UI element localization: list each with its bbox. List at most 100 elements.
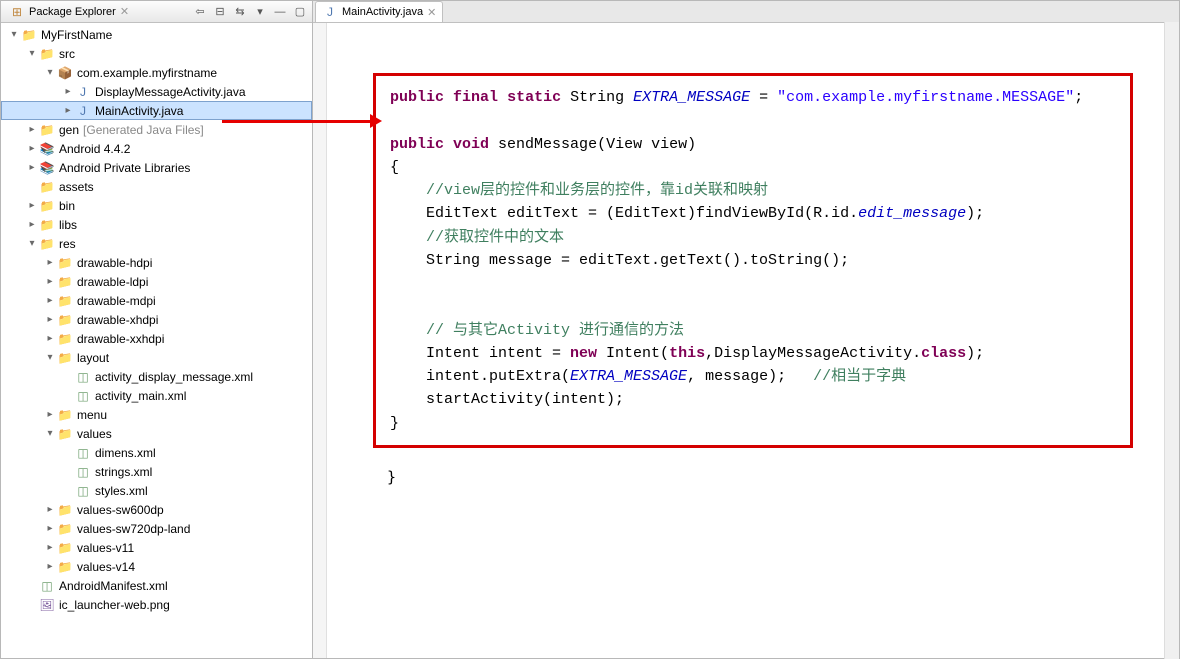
highlighted-code-block: public final static String EXTRA_MESSAGE…: [373, 73, 1133, 448]
twisty-icon[interactable]: ▸: [45, 523, 55, 534]
xml-icon: ◫: [75, 483, 91, 499]
tree-label: activity_display_message.xml: [93, 370, 253, 384]
twisty-icon[interactable]: ▾: [45, 352, 55, 363]
twisty-icon[interactable]: ▾: [27, 48, 37, 59]
minimize-icon[interactable]: —: [272, 4, 288, 20]
twisty-icon[interactable]: ▾: [27, 238, 37, 249]
tree-label: Android Private Libraries: [57, 161, 190, 175]
lib-icon: 📚: [39, 141, 55, 157]
package-tree[interactable]: ▾📁MyFirstName▾📁src▾📦com.example.myfirstn…: [1, 23, 312, 658]
twisty-icon[interactable]: ▸: [45, 561, 55, 572]
folder-icon: 📁: [57, 293, 73, 309]
twisty-icon[interactable]: ▸: [63, 105, 73, 116]
explorer-header: ⊞ Package Explorer ✕ ⇦ ⊟ ⇆ ▾ — ▢: [1, 1, 312, 23]
tree-label: src: [57, 47, 75, 61]
tree-item[interactable]: ▸📁libs: [1, 215, 312, 234]
twisty-icon[interactable]: ▸: [27, 143, 37, 154]
tree-label: libs: [57, 218, 77, 232]
tree-item[interactable]: ◫AndroidManifest.xml: [1, 576, 312, 595]
folder-icon: 📁: [57, 502, 73, 518]
tree-item[interactable]: ▾📦com.example.myfirstname: [1, 63, 312, 82]
tree-item[interactable]: ▸📁drawable-hdpi: [1, 253, 312, 272]
tree-item[interactable]: ▾📁MyFirstName: [1, 25, 312, 44]
twisty-icon[interactable]: ▸: [27, 219, 37, 230]
tree-item[interactable]: ▾📁values: [1, 424, 312, 443]
tree-label: drawable-xxhdpi: [75, 332, 164, 346]
xml-icon: ◫: [39, 578, 55, 594]
package-explorer-pane: ⊞ Package Explorer ✕ ⇦ ⊟ ⇆ ▾ — ▢ ▾📁MyFir…: [0, 0, 313, 659]
tree-label: AndroidManifest.xml: [57, 579, 168, 593]
collapse-all-icon[interactable]: ⊟: [212, 4, 228, 20]
close-view-icon[interactable]: ✕: [120, 5, 129, 18]
twisty-icon[interactable]: ▾: [45, 67, 55, 78]
tree-item[interactable]: ▾📁src: [1, 44, 312, 63]
tree-item[interactable]: ◫activity_display_message.xml: [1, 367, 312, 386]
twisty-icon[interactable]: ▸: [45, 295, 55, 306]
twisty-icon[interactable]: ▸: [45, 276, 55, 287]
twisty-icon[interactable]: ▸: [27, 200, 37, 211]
twisty-icon[interactable]: ▸: [45, 257, 55, 268]
view-menu-icon[interactable]: ▾: [252, 4, 268, 20]
tree-item[interactable]: ▸📁values-sw600dp: [1, 500, 312, 519]
twisty-icon[interactable]: ▸: [27, 124, 37, 135]
tree-item[interactable]: ▸📁drawable-xhdpi: [1, 310, 312, 329]
twisty-icon[interactable]: ▸: [45, 504, 55, 515]
closing-brace: }: [387, 468, 1159, 486]
tree-item[interactable]: ▸📁bin: [1, 196, 312, 215]
maximize-icon[interactable]: ▢: [292, 4, 308, 20]
tree-label: DisplayMessageActivity.java: [93, 85, 246, 99]
tree-item[interactable]: 🖼ic_launcher-web.png: [1, 595, 312, 614]
back-icon[interactable]: ⇦: [192, 4, 208, 20]
tree-item[interactable]: ▸JDisplayMessageActivity.java: [1, 82, 312, 101]
code-editor[interactable]: public final static String EXTRA_MESSAGE…: [313, 23, 1179, 658]
tree-item[interactable]: ▸JMainActivity.java: [1, 101, 312, 120]
tree-label: gen: [57, 123, 79, 137]
package-explorer-icon: ⊞: [9, 4, 25, 20]
folder-icon: 📁: [57, 274, 73, 290]
twisty-icon[interactable]: ▸: [27, 162, 37, 173]
editor-tab-mainactivity[interactable]: J MainActivity.java ✕: [315, 1, 443, 22]
tree-item[interactable]: ◫strings.xml: [1, 462, 312, 481]
twisty-icon[interactable]: ▸: [45, 314, 55, 325]
twisty-icon[interactable]: ▸: [63, 86, 73, 97]
tree-label: dimens.xml: [93, 446, 156, 460]
tree-item[interactable]: ▸📁values-sw720dp-land: [1, 519, 312, 538]
editor-tab-bar: J MainActivity.java ✕: [313, 1, 1179, 23]
tree-item[interactable]: ▸📚Android Private Libraries: [1, 158, 312, 177]
xml-icon: ◫: [75, 369, 91, 385]
tree-item[interactable]: 📁assets: [1, 177, 312, 196]
link-editor-icon[interactable]: ⇆: [232, 4, 248, 20]
tree-item[interactable]: ▸📁values-v14: [1, 557, 312, 576]
tree-item[interactable]: ▸📁drawable-ldpi: [1, 272, 312, 291]
editor-pane: J MainActivity.java ✕ public final stati…: [313, 0, 1180, 659]
tree-label: MainActivity.java: [93, 104, 183, 118]
pkg-icon: 📦: [57, 65, 73, 81]
close-tab-icon[interactable]: ✕: [427, 6, 436, 19]
tree-item[interactable]: ▸📁drawable-mdpi: [1, 291, 312, 310]
java-icon: J: [75, 84, 91, 100]
tree-item[interactable]: ▸📚Android 4.4.2: [1, 139, 312, 158]
tree-label: drawable-ldpi: [75, 275, 148, 289]
twisty-icon[interactable]: ▾: [9, 29, 19, 40]
twisty-icon[interactable]: ▸: [45, 542, 55, 553]
vertical-scrollbar[interactable]: [1164, 22, 1179, 659]
tree-item[interactable]: ◫styles.xml: [1, 481, 312, 500]
tree-item[interactable]: ▾📁layout: [1, 348, 312, 367]
tree-label: activity_main.xml: [93, 389, 186, 403]
tree-item[interactable]: ◫activity_main.xml: [1, 386, 312, 405]
tree-item[interactable]: ▸📁values-v11: [1, 538, 312, 557]
tree-label: styles.xml: [93, 484, 148, 498]
folder-icon: 📁: [39, 122, 55, 138]
tree-item[interactable]: ▾📁res: [1, 234, 312, 253]
twisty-icon[interactable]: ▸: [45, 333, 55, 344]
tree-label: menu: [75, 408, 107, 422]
twisty-icon[interactable]: ▸: [45, 409, 55, 420]
xml-icon: ◫: [75, 445, 91, 461]
tree-item[interactable]: ▸📁drawable-xxhdpi: [1, 329, 312, 348]
source-code[interactable]: public final static String EXTRA_MESSAGE…: [390, 86, 1116, 435]
tree-item[interactable]: ▸📁menu: [1, 405, 312, 424]
twisty-icon[interactable]: ▾: [45, 428, 55, 439]
tree-item[interactable]: ◫dimens.xml: [1, 443, 312, 462]
tree-label: strings.xml: [93, 465, 152, 479]
tree-label: values-v11: [75, 541, 134, 555]
